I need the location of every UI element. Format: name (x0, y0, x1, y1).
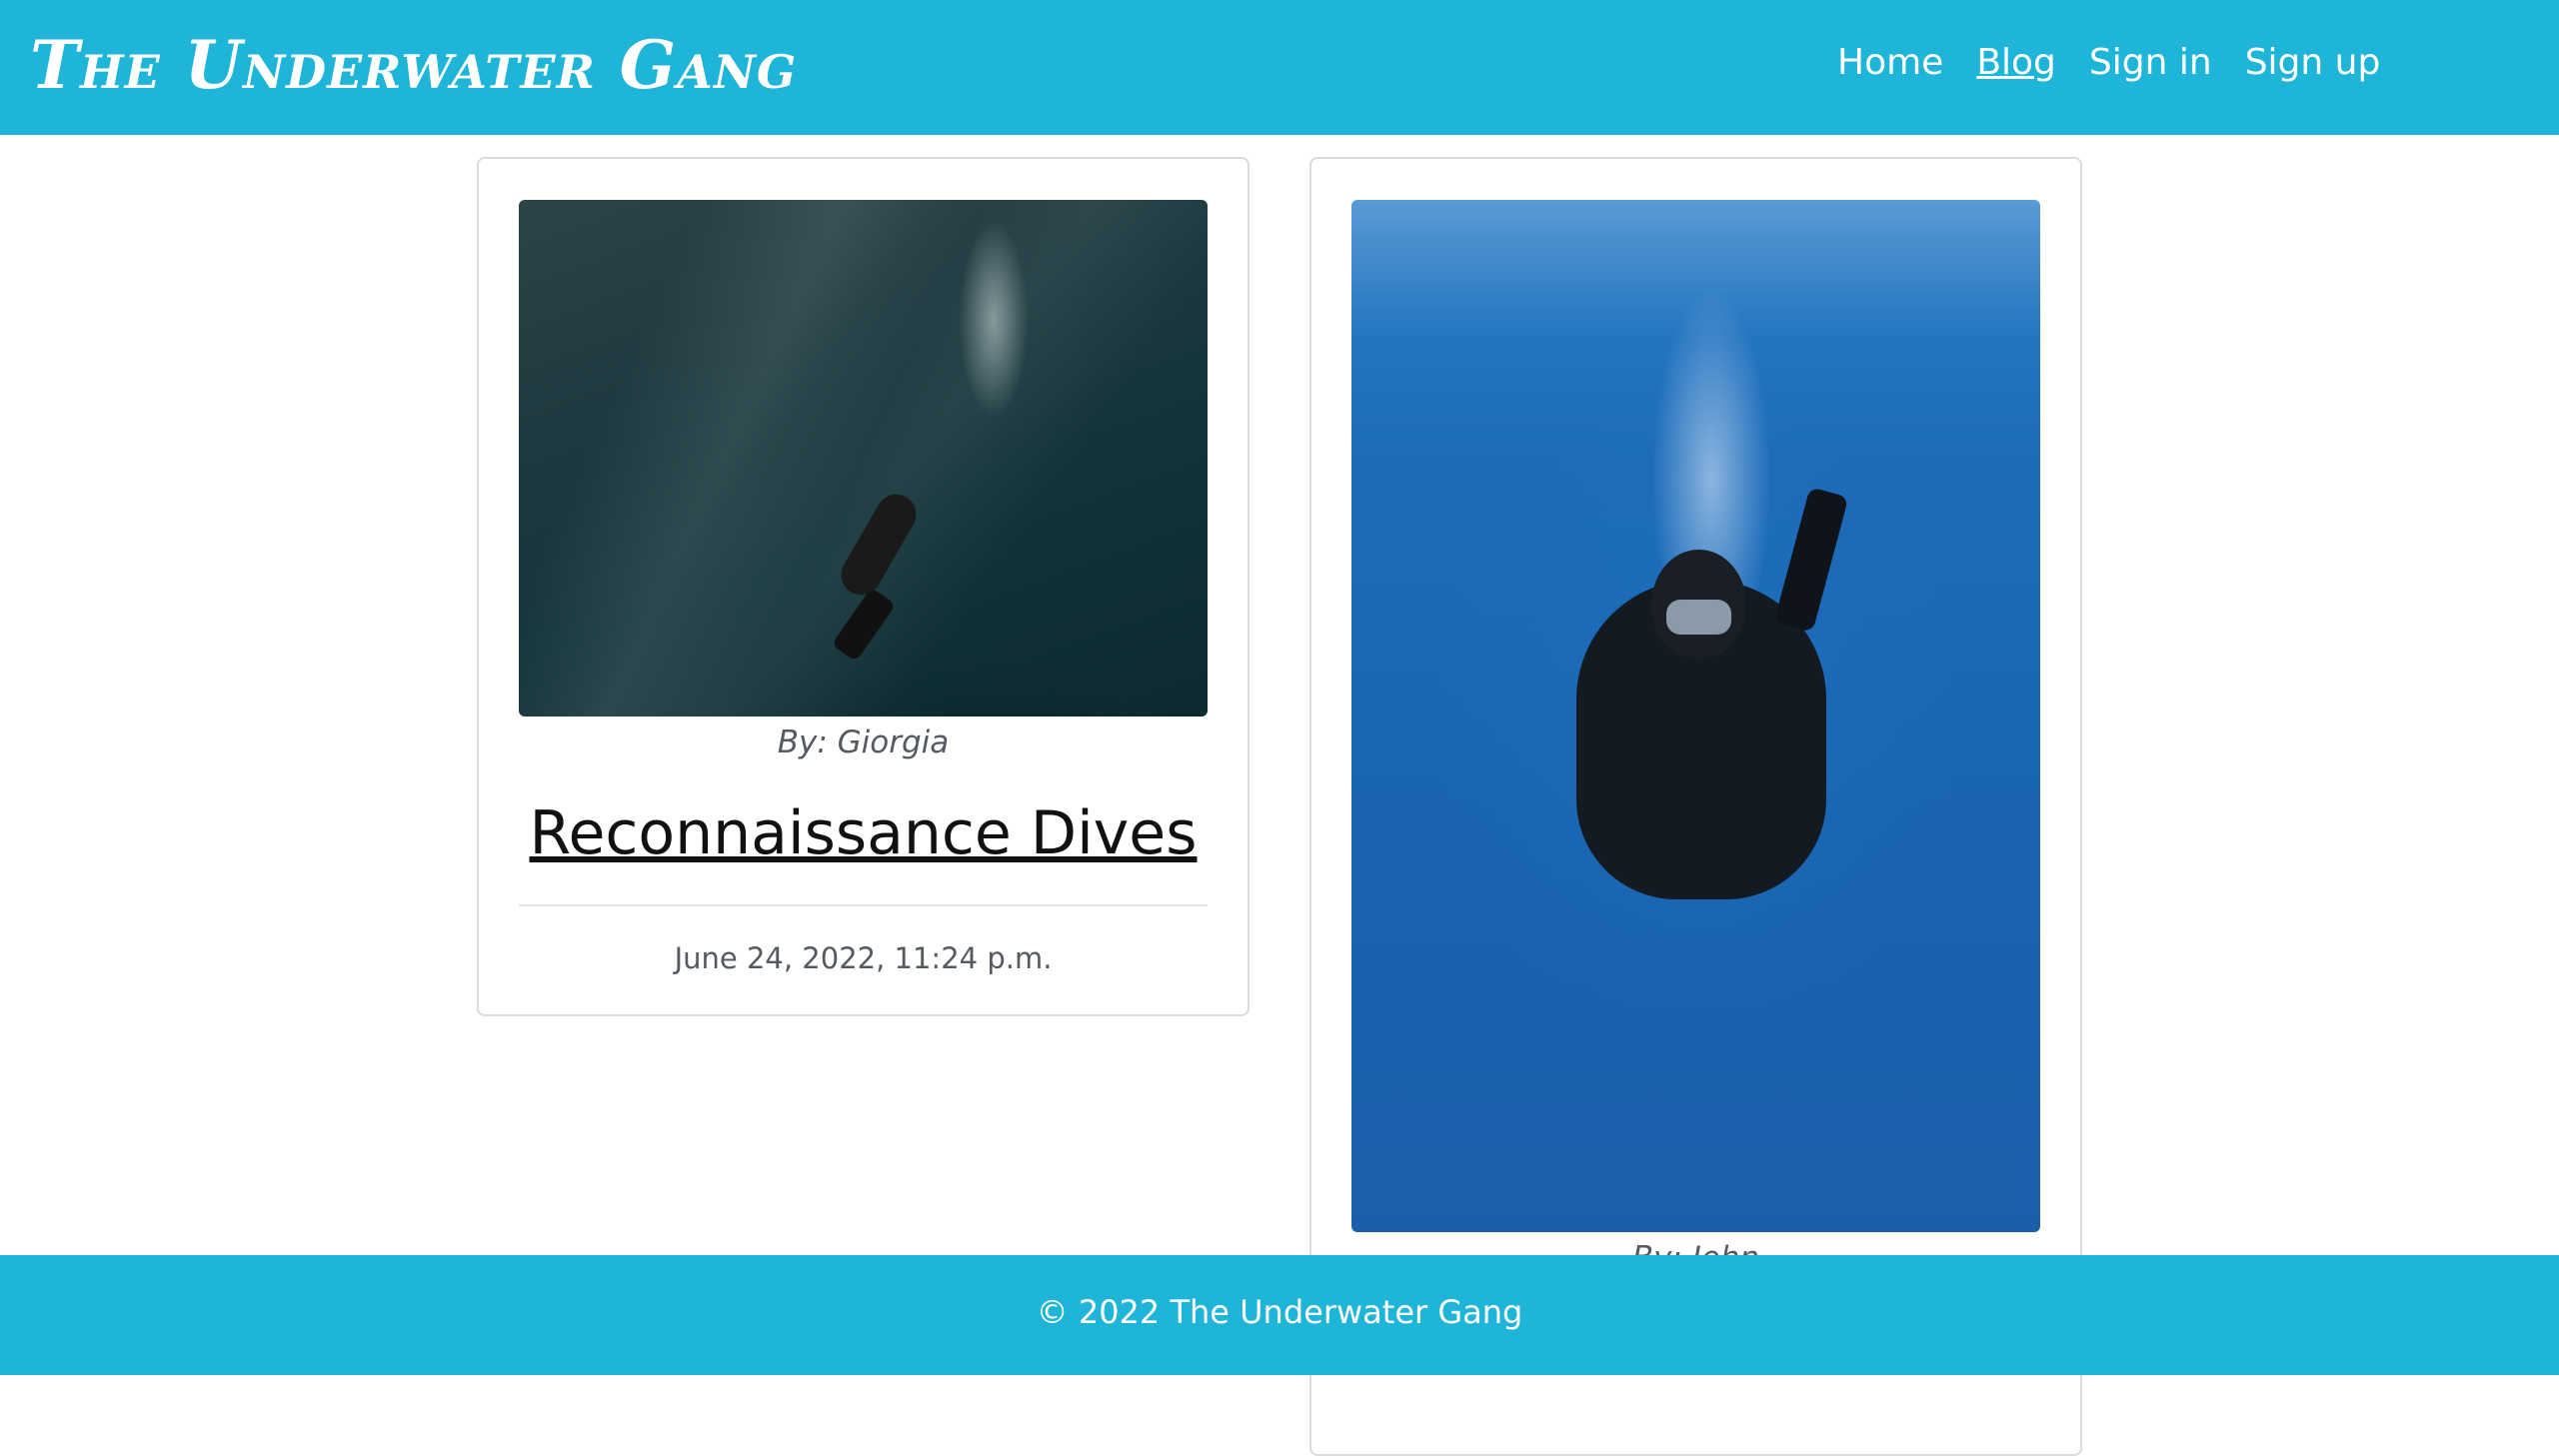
nav-links: Home Blog Sign in Sign up (1837, 42, 2380, 83)
nav-link-blog[interactable]: Blog (1976, 42, 2056, 83)
brand-logo[interactable]: The Underwater Gang (30, 26, 797, 104)
footer: © 2022 The Underwater Gang (0, 1255, 2559, 1375)
nav-link-sign-in[interactable]: Sign in (2089, 42, 2212, 83)
diver-fin (1773, 487, 1849, 633)
footer-copyright: © 2022 The Underwater Gang (1036, 1293, 1523, 1331)
diver-mask (1666, 600, 1731, 635)
bubbles (959, 220, 1029, 420)
post-date: June 24, 2022, 11:24 p.m. (674, 941, 1053, 975)
navbar: The Underwater Gang Home Blog Sign in Si… (0, 0, 2559, 135)
nav-link-home[interactable]: Home (1837, 42, 1943, 83)
card-divider (519, 904, 1208, 906)
nav-link-sign-up[interactable]: Sign up (2245, 42, 2381, 83)
post-title-link[interactable]: Reconnaissance Dives (479, 798, 1248, 868)
post-image[interactable] (1351, 200, 2040, 1232)
post-author: By: Giorgia (777, 725, 950, 760)
post-card: By: Giorgia Reconnaissance Dives June 24… (477, 157, 1250, 1016)
post-image[interactable] (519, 200, 1208, 717)
